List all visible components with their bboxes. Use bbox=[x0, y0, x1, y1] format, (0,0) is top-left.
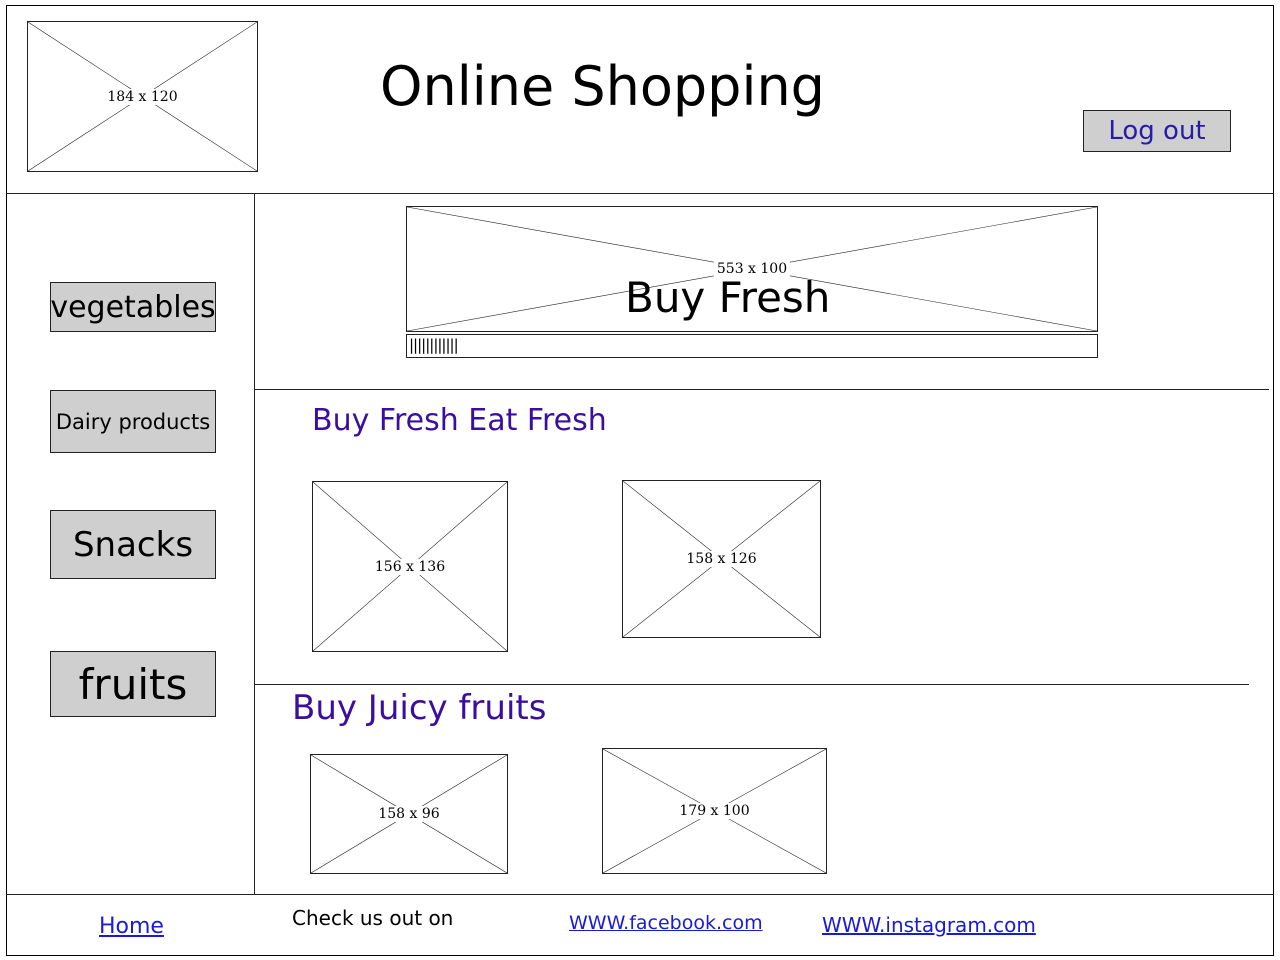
banner-scrollbar[interactable]: |||||||||||| bbox=[406, 334, 1098, 358]
image-placeholder-size: 158 x 126 bbox=[683, 551, 760, 567]
banner-image: 553 x 100 Buy Fresh bbox=[406, 206, 1098, 332]
sidebar-item-vegetables[interactable]: vegetables bbox=[50, 282, 216, 332]
page-title: Online Shopping bbox=[380, 55, 825, 118]
footer-divider bbox=[6, 894, 1274, 895]
product-image[interactable]: 158 x 126 bbox=[622, 480, 821, 638]
product-image[interactable]: 179 x 100 bbox=[602, 748, 827, 874]
footer-instagram-link[interactable]: WWW.instagram.com bbox=[822, 913, 1036, 937]
section-heading-fruits: Buy Juicy fruits bbox=[292, 688, 547, 728]
product-image[interactable]: 156 x 136 bbox=[312, 481, 508, 652]
product-image[interactable]: 158 x 96 bbox=[310, 754, 508, 874]
sidebar-item-snacks[interactable]: Snacks bbox=[50, 510, 216, 579]
footer-home-link[interactable]: Home bbox=[99, 914, 164, 939]
scrollbar-handle[interactable]: |||||||||||| bbox=[409, 336, 459, 354]
image-placeholder-size: 158 x 96 bbox=[375, 806, 443, 822]
section-heading-fresh: Buy Fresh Eat Fresh bbox=[312, 403, 607, 438]
header-divider bbox=[6, 193, 1274, 194]
image-placeholder-size: 156 x 136 bbox=[371, 558, 449, 575]
banner-title: Buy Fresh bbox=[625, 273, 831, 322]
footer-check-text: Check us out on bbox=[292, 906, 454, 930]
sidebar-item-fruits[interactable]: fruits bbox=[50, 651, 216, 717]
logout-button[interactable]: Log out bbox=[1083, 110, 1231, 152]
logo-placeholder-size: 184 x 120 bbox=[104, 88, 181, 105]
image-placeholder-size: 179 x 100 bbox=[676, 803, 753, 819]
content-divider-1 bbox=[254, 389, 1269, 390]
sidebar-item-dairy-products[interactable]: Dairy products bbox=[50, 390, 216, 453]
logo-image: 184 x 120 bbox=[27, 21, 258, 172]
content-divider-2 bbox=[254, 684, 1249, 685]
footer-facebook-link[interactable]: WWW.facebook.com bbox=[569, 912, 763, 934]
sidebar-divider bbox=[254, 193, 255, 894]
